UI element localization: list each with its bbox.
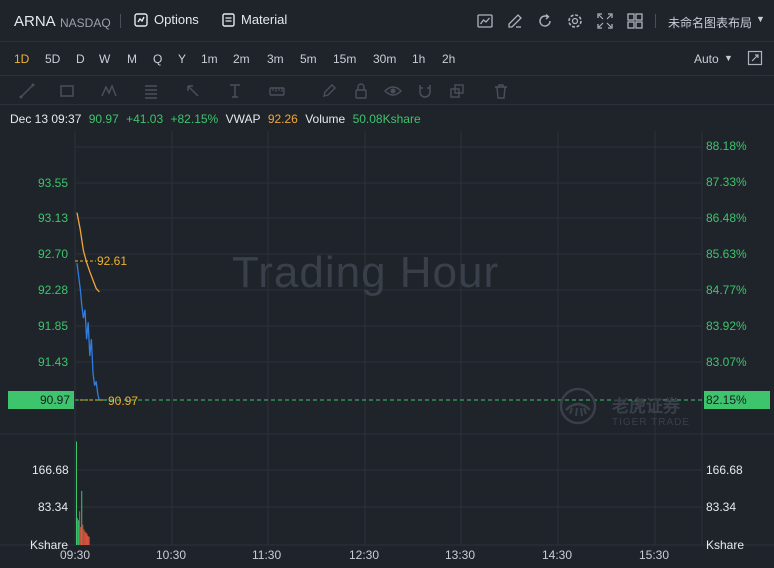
price-tick: 91.43 <box>38 355 69 369</box>
volume-tick: 166.68 <box>706 463 743 477</box>
last-price-annotation: 90.97 <box>108 394 139 408</box>
price-line <box>76 263 101 401</box>
volume-bar <box>82 524 84 545</box>
volume-bars <box>76 441 90 545</box>
price-tick: 92.28 <box>38 283 69 297</box>
time-tick: 15:30 <box>639 548 670 562</box>
pct-tick: 83.07% <box>706 355 747 369</box>
pct-tick: 83.92% <box>706 319 747 333</box>
volume-bar <box>77 518 79 545</box>
trading-hour-watermark: Trading Hour <box>232 248 500 297</box>
time-tick: 10:30 <box>156 548 187 562</box>
pct-tick: 86.48% <box>706 211 747 225</box>
current-pct-tag: 82.15% <box>704 391 770 409</box>
price-tick: 92.70 <box>38 247 69 261</box>
volume-bar <box>85 532 87 545</box>
volume-tick: 166.68 <box>32 463 69 477</box>
time-tick: 14:30 <box>542 548 573 562</box>
volume-tick: 83.34 <box>38 500 69 514</box>
pct-tick: 84.77% <box>706 283 747 297</box>
brand-name-cn: 老虎证券 <box>612 397 680 416</box>
chart-grid <box>0 131 774 546</box>
volume-bar <box>78 520 80 545</box>
pct-tick: 85.63% <box>706 247 747 261</box>
volume-bar <box>84 531 86 545</box>
tiger-logo-icon <box>559 387 597 425</box>
price-tick: 91.85 <box>38 319 69 333</box>
brand-name-en: TIGER TRADE <box>612 417 691 428</box>
volume-bar <box>86 533 88 545</box>
price-tick: 93.55 <box>38 176 69 190</box>
volume-bar <box>79 511 81 545</box>
volume-bar <box>87 536 89 545</box>
pct-tick: 87.33% <box>706 175 747 189</box>
pct-tick: 88.18% <box>706 139 747 153</box>
vwap-annotation: 92.61 <box>97 254 128 268</box>
vwap-line <box>76 212 100 293</box>
volume-bar <box>88 536 90 545</box>
time-tick: 13:30 <box>445 548 476 562</box>
volume-bar <box>83 529 85 545</box>
volume-unit: Kshare <box>706 538 745 552</box>
volume-bar <box>76 441 77 545</box>
time-tick: 12:30 <box>349 548 380 562</box>
price-tick: 93.13 <box>38 211 69 225</box>
volume-tick: 83.34 <box>706 500 737 514</box>
volume-bar <box>80 527 82 545</box>
time-tick: 11:30 <box>252 548 282 562</box>
current-price-tag: 90.97 <box>8 391 74 409</box>
time-tick: 09:30 <box>60 548 91 562</box>
volume-bar <box>81 491 83 545</box>
